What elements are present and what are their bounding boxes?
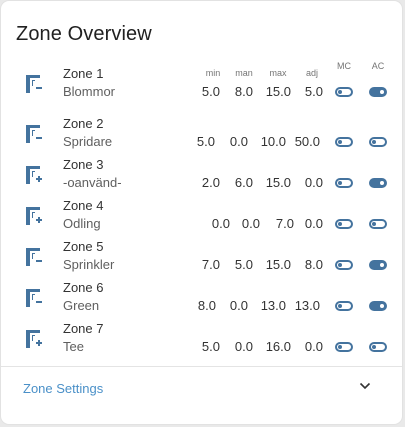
- zone-row: Zone 6 Green 8.0 0.0 13.0 13.0: [1, 278, 402, 318]
- ac-toggle[interactable]: [369, 87, 387, 97]
- zone-name: Zone 6: [63, 280, 104, 295]
- zone-man: 8.0: [234, 84, 253, 99]
- zone-min: 5.0: [201, 339, 220, 354]
- zone-description: Tee: [63, 339, 84, 354]
- footer-divider: [1, 366, 402, 367]
- ac-toggle[interactable]: [369, 178, 387, 188]
- water-minus-icon: [23, 286, 45, 310]
- zone-name: Zone 3: [63, 157, 104, 172]
- zone-min: 2.0: [201, 175, 220, 190]
- zone-min: 8.0: [197, 298, 216, 313]
- ac-toggle[interactable]: [369, 342, 387, 352]
- mc-toggle[interactable]: [335, 342, 353, 352]
- water-minus-icon: [23, 245, 45, 269]
- zone-row: Zone 5 Sprinkler 7.0 5.0 15.0 8.0: [1, 237, 402, 277]
- zone-adj: 5.0: [304, 84, 323, 99]
- zone-description: -oanvänd-: [63, 175, 122, 190]
- zone-row: Zone 1 Blommor 5.0 8.0 15.0 5.0: [1, 64, 402, 104]
- zone-man: 0.0: [234, 339, 253, 354]
- water-plus-icon: [23, 204, 45, 228]
- zone-overview-card: Zone Overview min man max adj MC AC Zone…: [1, 1, 402, 424]
- mc-toggle[interactable]: [335, 260, 353, 270]
- zone-min: 5.0: [201, 84, 220, 99]
- mc-toggle[interactable]: [335, 137, 353, 147]
- zone-name: Zone 1: [63, 66, 104, 81]
- zone-name: Zone 7: [63, 321, 104, 336]
- zone-min: 5.0: [196, 134, 215, 149]
- zone-description: Spridare: [63, 134, 113, 149]
- zone-max: 16.0: [265, 339, 291, 354]
- zone-name: Zone 4: [63, 198, 104, 213]
- zone-man: 0.0: [229, 134, 248, 149]
- mc-toggle[interactable]: [335, 87, 353, 97]
- zone-max: 13.0: [260, 298, 286, 313]
- zone-description: Green: [63, 298, 100, 313]
- ac-toggle[interactable]: [369, 219, 387, 229]
- zone-man: 5.0: [234, 257, 253, 272]
- zone-adj: 50.0: [294, 134, 320, 149]
- mc-toggle[interactable]: [335, 301, 353, 311]
- chevron-down-icon[interactable]: [357, 378, 373, 394]
- zone-row: Zone 4 Odling 0.0 0.0 7.0 0.0: [1, 196, 402, 236]
- water-minus-icon: [23, 122, 45, 146]
- zone-adj: 0.0: [304, 216, 323, 231]
- zone-name: Zone 5: [63, 239, 104, 254]
- zone-adj: 8.0: [304, 257, 323, 272]
- zone-name: Zone 2: [63, 116, 104, 131]
- water-plus-icon: [23, 327, 45, 351]
- zone-min: 7.0: [201, 257, 220, 272]
- zone-max: 10.0: [260, 134, 286, 149]
- zone-description: Sprinkler: [63, 257, 115, 272]
- zone-description: Odling: [63, 216, 101, 231]
- zone-row: Zone 2 Spridare 5.0 0.0 10.0 50.0: [1, 114, 402, 154]
- zone-row: Zone 7 Tee 5.0 0.0 16.0 0.0: [1, 319, 402, 359]
- ac-toggle[interactable]: [369, 301, 387, 311]
- zone-man: 0.0: [229, 298, 248, 313]
- mc-toggle[interactable]: [335, 178, 353, 188]
- zone-man: 6.0: [234, 175, 253, 190]
- ac-toggle[interactable]: [369, 137, 387, 147]
- water-minus-icon: [23, 72, 45, 96]
- zone-row: Zone 3 -oanvänd- 2.0 6.0 15.0 0.0: [1, 155, 402, 195]
- zone-adj: 0.0: [304, 175, 323, 190]
- zone-min: 0.0: [211, 216, 230, 231]
- zone-description: Blommor: [63, 84, 116, 99]
- zone-max: 15.0: [265, 84, 291, 99]
- card-title: Zone Overview: [16, 23, 152, 45]
- zone-settings-link[interactable]: Zone Settings: [23, 381, 103, 396]
- water-plus-icon: [23, 163, 45, 187]
- zone-adj: 13.0: [294, 298, 320, 313]
- zone-max: 15.0: [265, 175, 291, 190]
- ac-toggle[interactable]: [369, 260, 387, 270]
- mc-toggle[interactable]: [335, 219, 353, 229]
- zone-max: 15.0: [265, 257, 291, 272]
- zone-adj: 0.0: [304, 339, 323, 354]
- zone-man: 0.0: [241, 216, 260, 231]
